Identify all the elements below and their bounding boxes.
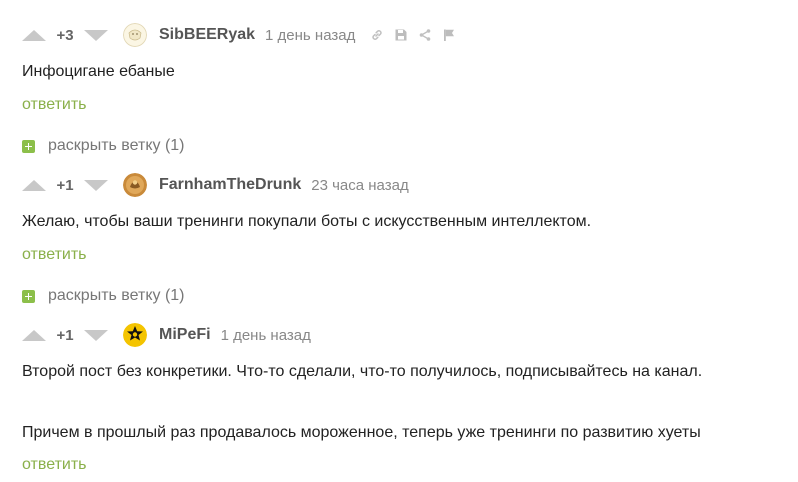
upvote-button[interactable] [22,179,46,191]
reply-link[interactable]: ответить [22,456,87,474]
avatar[interactable] [123,173,147,197]
comment-rating: +1 [56,326,74,344]
plus-icon [22,139,35,153]
comment-text-line: Второй пост без конкретики. Что-то сдела… [22,363,703,380]
username[interactable]: SibBEERyak [159,26,255,44]
expand-thread-button[interactable]: раскрыть ветку (1) [22,287,185,305]
upvote-button[interactable] [22,29,46,41]
comment-text: Инфоцигане ебаные [22,63,175,80]
downvote-button[interactable] [84,29,108,41]
comment-rating: +1 [56,176,74,194]
expand-thread-label: раскрыть ветку (1) [48,287,185,304]
username[interactable]: FarnhamTheDrunk [159,176,301,194]
downvote-button[interactable] [84,329,108,341]
reply-link[interactable]: ответить [22,246,87,264]
comment-header: +3 SibBEERyak 1 день назад [22,23,457,47]
comment-text-line: Причем в прошлый раз продавалось морожен… [22,424,701,441]
username[interactable]: MiPeFi [159,326,211,344]
expand-thread-label: раскрыть ветку (1) [48,137,185,154]
comment-header: +1 MiPeFi 1 день назад [22,323,321,347]
avatar[interactable] [123,323,147,347]
comment-tools [369,27,457,43]
comment-time[interactable]: 23 часа назад [311,177,408,194]
avatar[interactable] [123,23,147,47]
reply-link[interactable]: ответить [22,96,87,114]
save-icon[interactable] [393,27,409,43]
plus-icon [22,289,35,303]
comment-time[interactable]: 1 день назад [265,27,355,44]
link-icon[interactable] [369,27,385,43]
expand-thread-button[interactable]: раскрыть ветку (1) [22,137,185,155]
downvote-button[interactable] [84,179,108,191]
flag-icon[interactable] [441,27,457,43]
share-icon[interactable] [417,27,433,43]
comment-text: Желаю, чтобы ваши тренинги покупали боты… [22,213,592,230]
comment-rating: +3 [56,26,74,44]
comment-header: +1 FarnhamTheDrunk 23 часа назад [22,173,419,197]
upvote-button[interactable] [22,329,46,341]
comment-time[interactable]: 1 день назад [221,327,311,344]
